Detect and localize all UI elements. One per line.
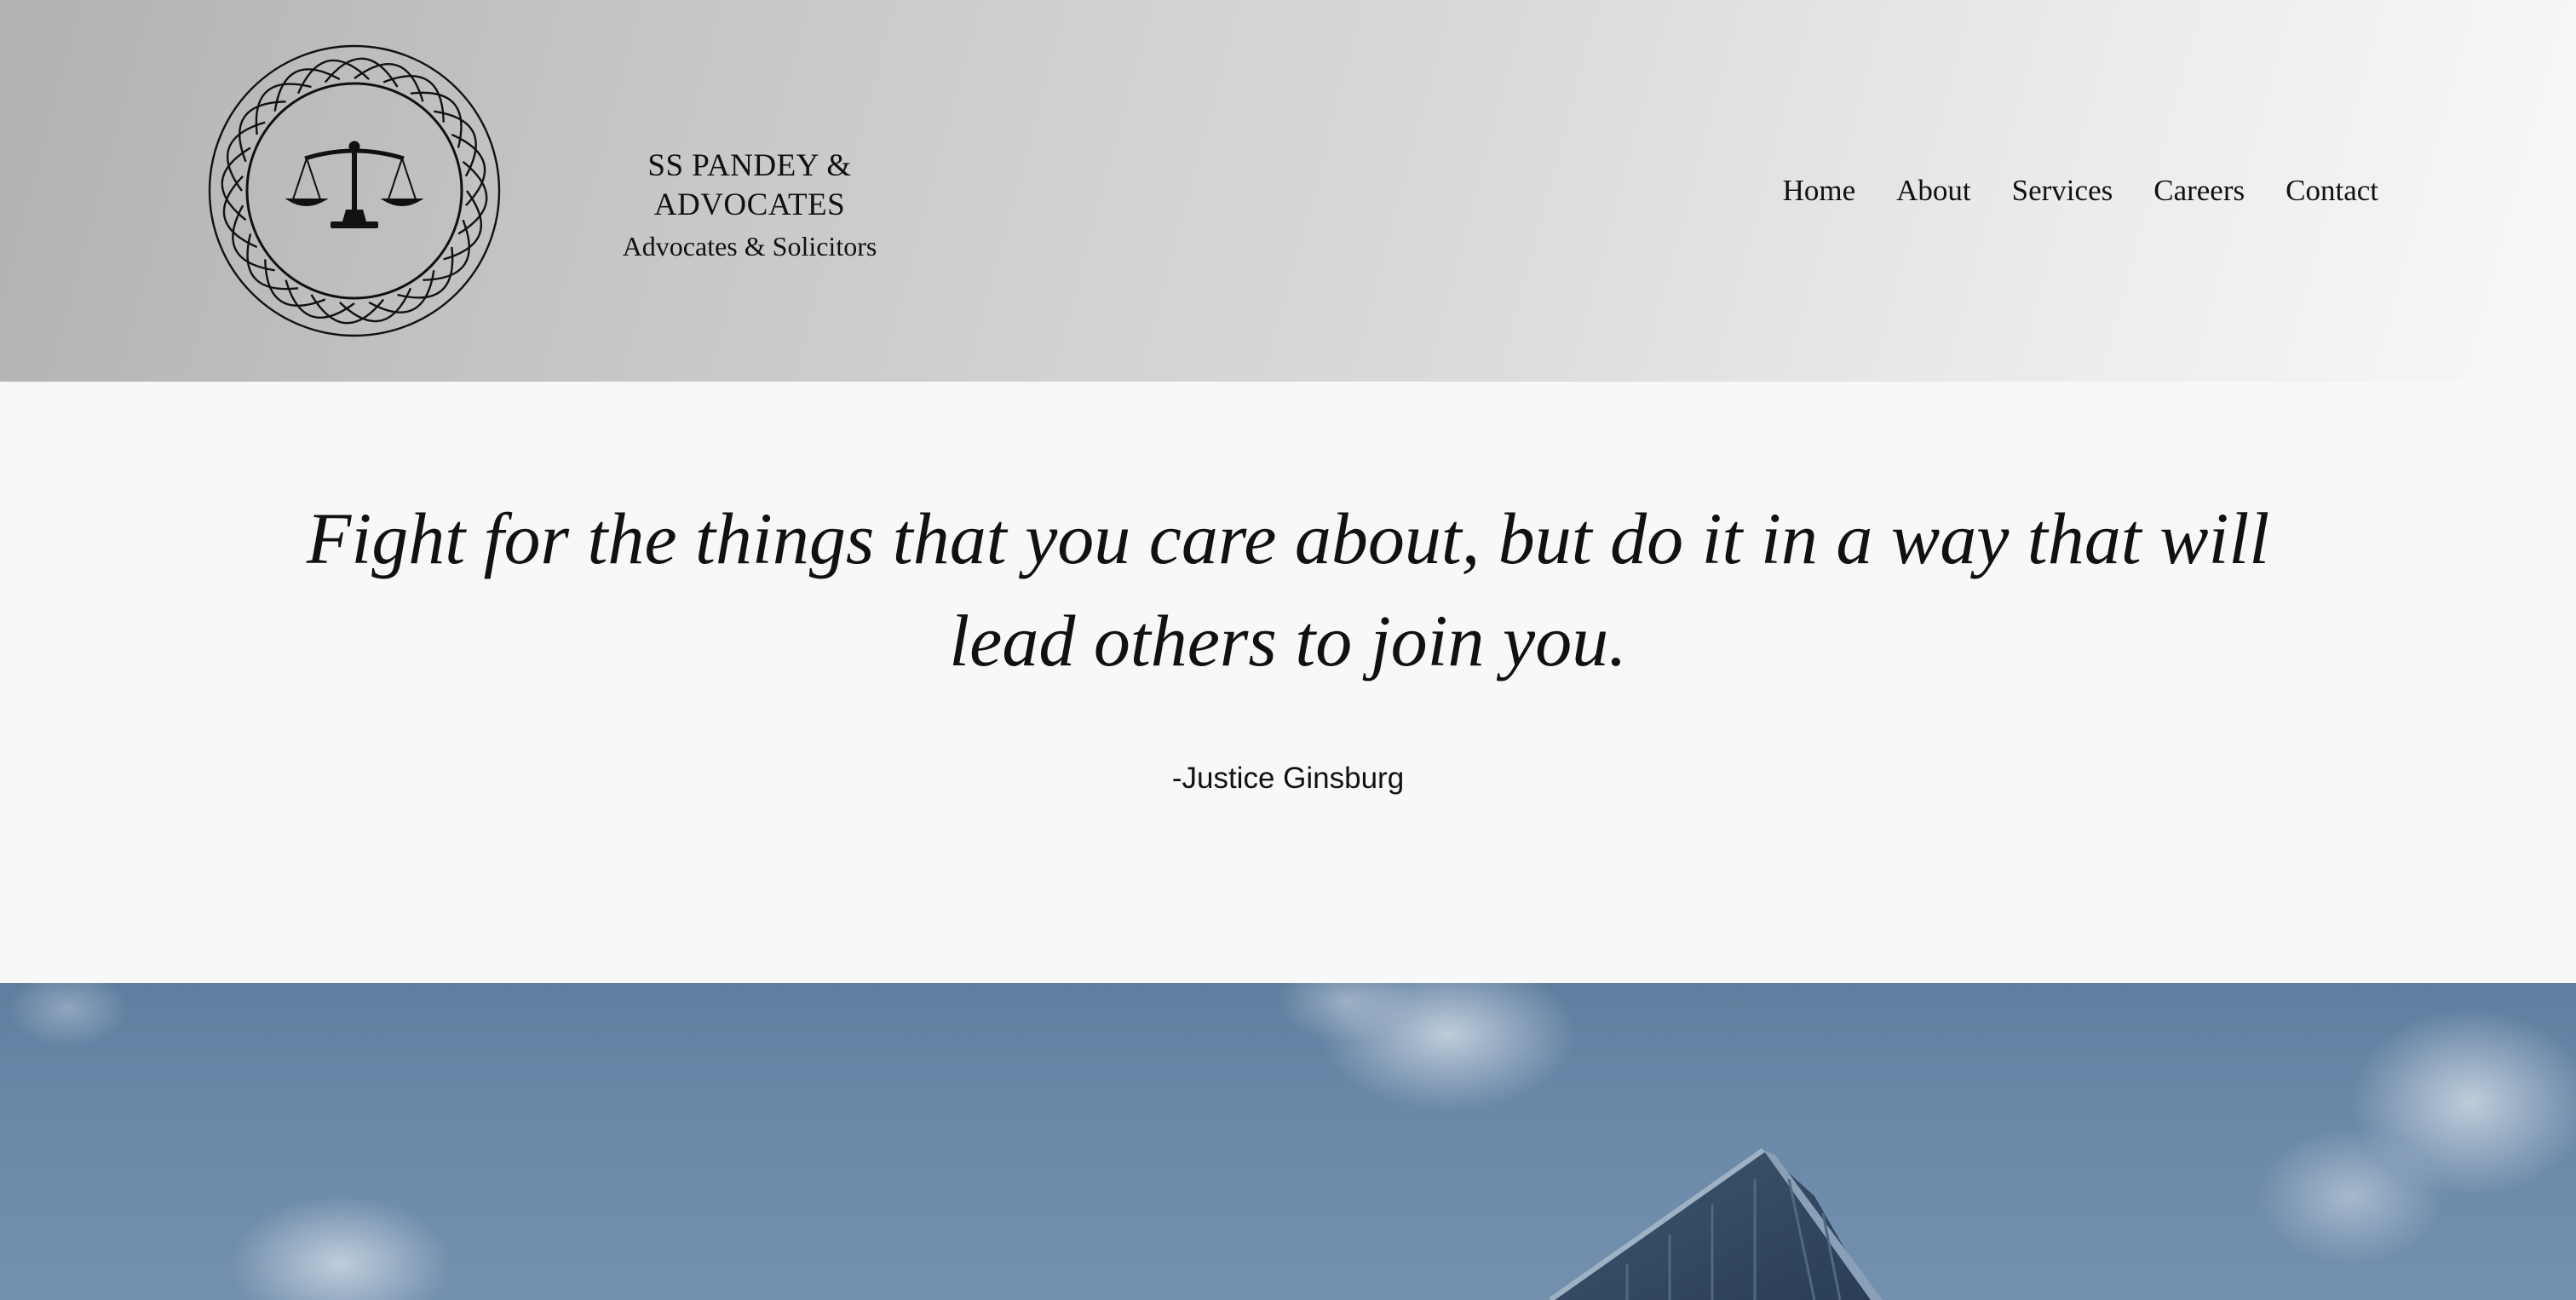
nav-contact-link[interactable]: Contact — [2286, 170, 2378, 211]
quote-text: Fight for the things that you care about… — [306, 498, 2270, 682]
scales-of-justice-icon[interactable] — [203, 39, 506, 342]
brand-tagline: Advocates & Solicitors — [622, 231, 877, 262]
logo-ring-loop — [382, 75, 445, 123]
logo-ring-loop — [264, 259, 326, 307]
hero-image — [0, 983, 2576, 1300]
nav-about-link[interactable]: About — [1896, 170, 1971, 211]
brand[interactable]: SS PANDEY & ADVOCATES Advocates & Solici… — [552, 147, 947, 264]
building-photo — [9, 983, 2576, 1300]
site-header: SS PANDEY & ADVOCATES Advocates & Solici… — [0, 0, 2576, 382]
quote-section: Fight for the things that you care about… — [0, 382, 2576, 983]
logo-ring-loop — [423, 219, 470, 281]
main-nav: Home About Services Careers Contact — [1783, 170, 2378, 211]
brand-name: SS PANDEY & ADVOCATES — [647, 148, 852, 222]
nav-careers-link[interactable]: Careers — [2153, 170, 2245, 211]
quote-author: -Justice Ginsburg — [1171, 762, 1405, 795]
nav-services-link[interactable]: Services — [2012, 170, 2113, 211]
nav-home-link[interactable]: Home — [1783, 170, 1856, 211]
logo-ring-loop — [239, 101, 286, 163]
